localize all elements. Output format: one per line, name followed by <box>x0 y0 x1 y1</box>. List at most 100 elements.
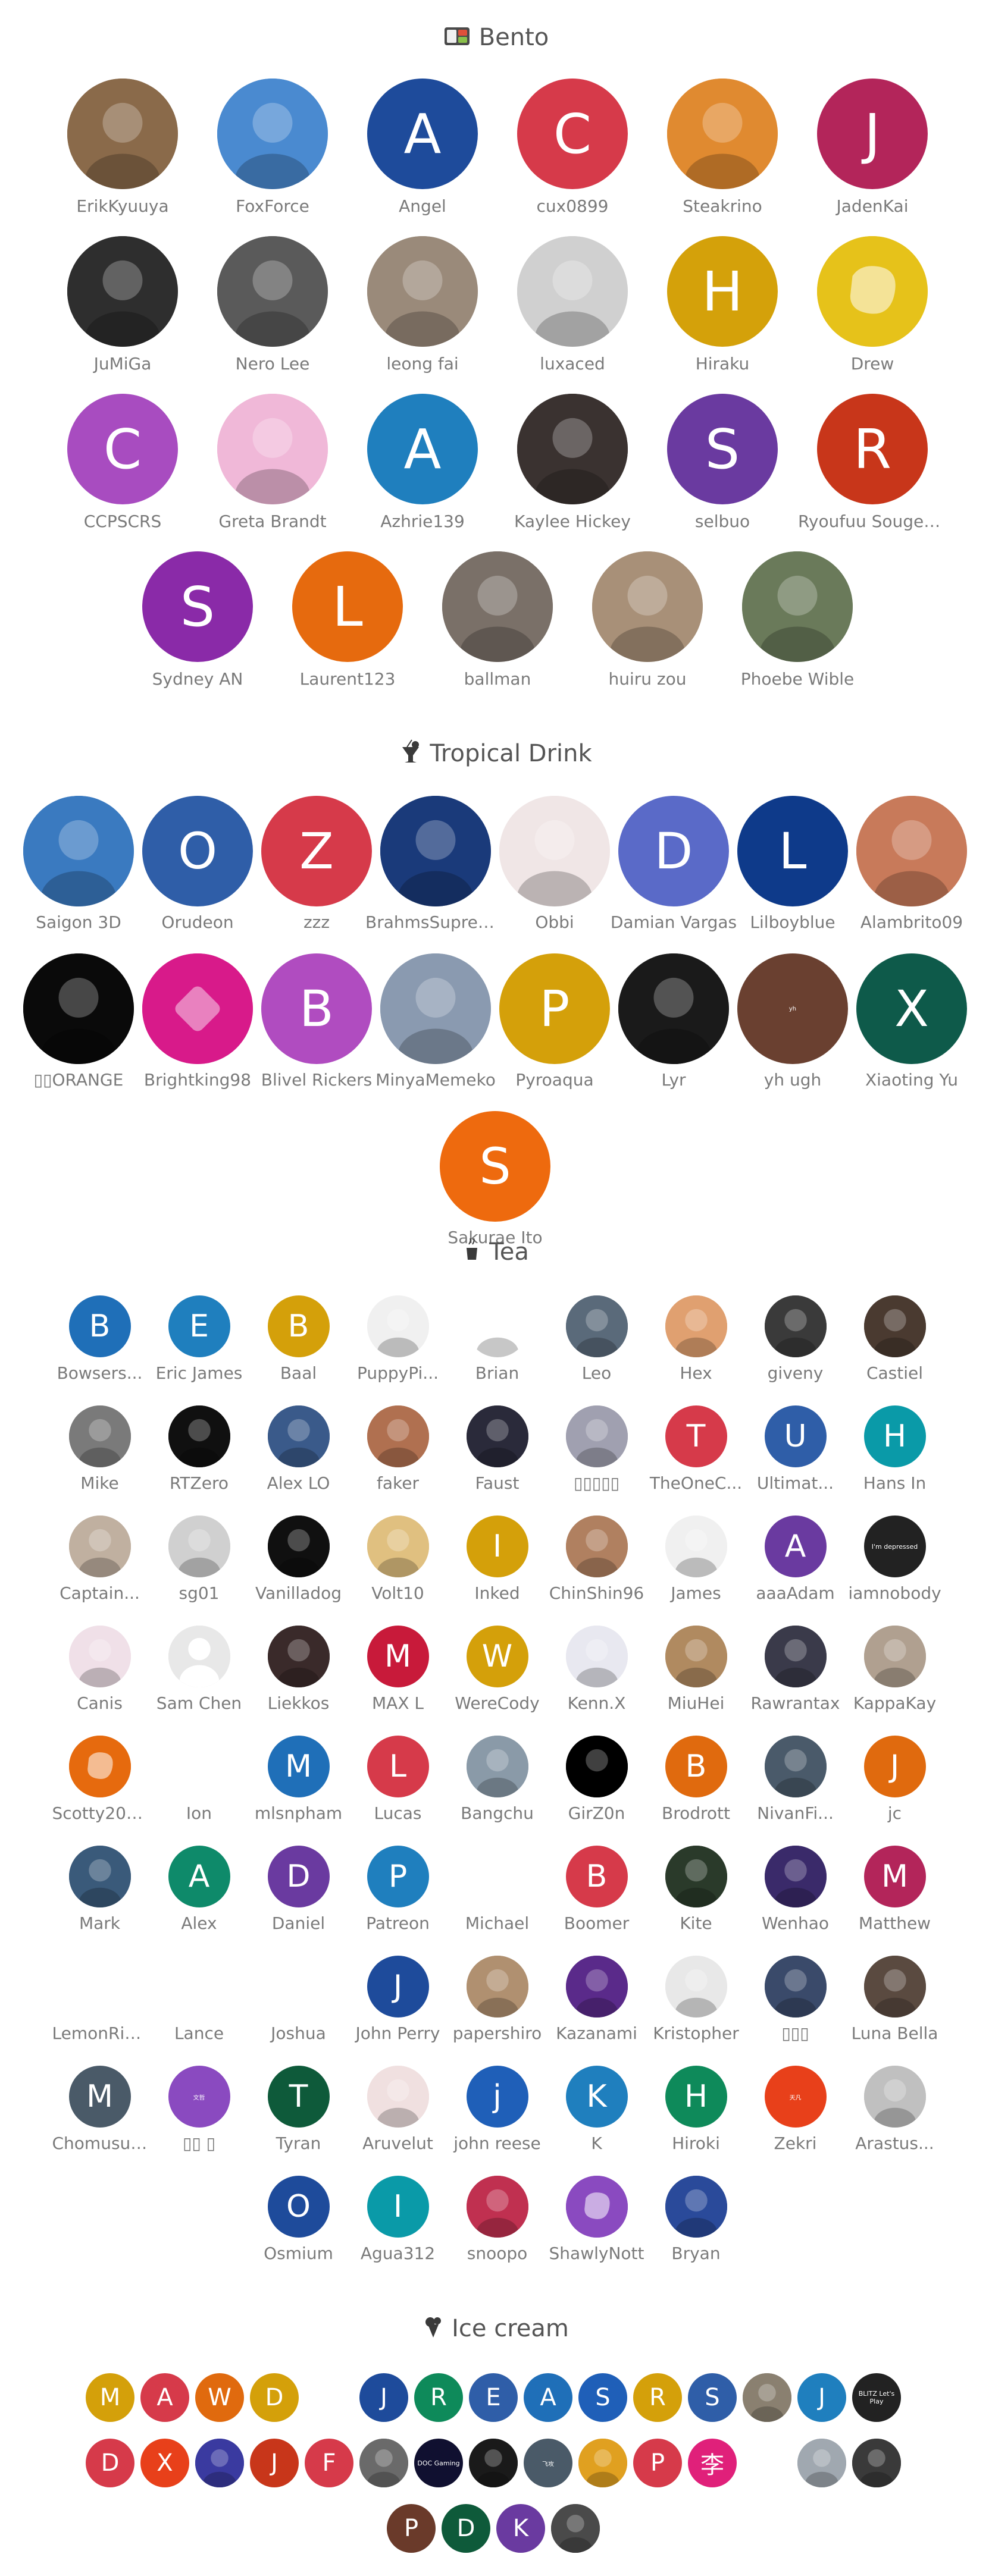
supporter-boomer[interactable]: B Boomer <box>549 1846 644 1933</box>
avatar-letter[interactable]: J <box>863 1736 926 1797</box>
avatar-photo[interactable] <box>23 953 134 1064</box>
avatar-empty[interactable] <box>168 1956 230 2017</box>
avatar-letter[interactable]: T <box>665 1405 727 1467</box>
avatar-photo[interactable] <box>267 1626 330 1687</box>
avatar-letter[interactable]: M <box>86 2373 134 2422</box>
avatar-letter[interactable]: I <box>466 1516 528 1577</box>
avatar-letter[interactable]: D <box>250 2373 299 2422</box>
avatar-letter[interactable]: A <box>140 2373 189 2422</box>
supporter-jadenkai[interactable]: J JadenKai <box>798 79 947 216</box>
avatar-letter[interactable]: A <box>367 79 478 189</box>
avatar-letter[interactable]: B <box>565 1846 628 1907</box>
supporter-anon[interactable]: 文哲 ▯▯ ▯ <box>152 2066 247 2153</box>
avatar-photo[interactable] <box>367 1405 429 1467</box>
avatar-letter[interactable]: P <box>499 953 610 1064</box>
supporter-hans-in[interactable]: H Hans In <box>847 1405 943 1493</box>
supporter-faker[interactable]: faker <box>351 1405 446 1493</box>
supporter-azhrie139[interactable]: A Azhrie139 <box>348 394 497 531</box>
supporter-iamnobody[interactable]: I'm depressed iamnobody <box>847 1516 943 1603</box>
supporter-xiaoting-yu[interactable]: X Xiaoting Yu <box>841 953 982 1090</box>
avatar-photo[interactable] <box>469 2439 518 2487</box>
avatar-letter[interactable]: L <box>737 796 848 906</box>
supporter-osmium[interactable]: O Osmium <box>251 2176 346 2263</box>
avatar-letter[interactable]: C <box>517 79 628 189</box>
avatar-photo[interactable] <box>665 1295 727 1357</box>
avatar-empty[interactable] <box>69 1956 131 2017</box>
supporter-faust[interactable]: Faust <box>450 1405 545 1493</box>
supporter-foxforce[interactable]: FoxForce <box>198 79 347 216</box>
avatar-letter[interactable]: H <box>665 2066 727 2128</box>
avatar-letter[interactable]: A <box>764 1516 827 1577</box>
supporter-ccpscrs[interactable]: C CCPSCRS <box>48 394 197 531</box>
avatar-photo[interactable] <box>551 2504 600 2553</box>
supporter-bowsers[interactable]: B Bowsers... <box>52 1295 148 1383</box>
avatar-letter[interactable]: M <box>267 1736 330 1797</box>
avatar-photo[interactable] <box>67 79 178 189</box>
avatar-photo[interactable] <box>359 2439 408 2487</box>
avatar-letter[interactable]: O <box>267 2176 330 2238</box>
avatar-letter[interactable]: A <box>168 1846 230 1907</box>
supporter-alex[interactable]: A Alex <box>152 1846 247 1933</box>
avatar-photo[interactable] <box>442 551 553 662</box>
supporter-ballman[interactable]: ballman <box>423 551 572 689</box>
avatar-photo[interactable] <box>743 2373 791 2422</box>
supporter-jumiga[interactable]: JuMiGa <box>48 236 197 374</box>
avatar-photo[interactable] <box>565 1516 628 1577</box>
supporter-werecody[interactable]: W WereCody <box>450 1626 545 1713</box>
avatar-letter[interactable]: I <box>367 2176 429 2238</box>
supporter-nero-lee[interactable]: Nero Lee <box>198 236 347 374</box>
supporter-alambrito09[interactable]: Alambrito09 <box>841 796 982 932</box>
avatar-letter[interactable]: R <box>633 2373 682 2422</box>
avatar-photo[interactable] <box>217 236 328 347</box>
avatar-photo[interactable] <box>764 1736 827 1797</box>
avatar-empty[interactable] <box>168 1736 230 1797</box>
avatar-photo[interactable] <box>499 796 610 906</box>
avatar-photo[interactable] <box>618 953 729 1064</box>
supporter-agua312[interactable]: I Agua312 <box>351 2176 446 2263</box>
supporter-rawrantax[interactable]: Rawrantax <box>748 1626 843 1713</box>
avatar-photo[interactable] <box>68 1405 131 1467</box>
supporter-lucas[interactable]: L Lucas <box>351 1736 446 1823</box>
avatar-letter[interactable]: R <box>817 394 928 504</box>
avatar-photo[interactable] <box>168 1516 230 1577</box>
supporter-kristopher[interactable]: Kristopher <box>649 1956 744 2043</box>
supporter-huiru-zou[interactable]: huiru zou <box>573 551 722 689</box>
supporter-steakrino[interactable]: Steakrino <box>648 79 797 216</box>
supporter-miuhei[interactable]: MiuHei <box>649 1626 744 1713</box>
avatar-letter[interactable]: E <box>469 2373 518 2422</box>
supporter-sakurae-ito[interactable]: S Sakurae Ito <box>425 1111 565 1247</box>
supporter-canis[interactable]: Canis <box>52 1626 148 1713</box>
supporter-leo[interactable]: Leo <box>549 1295 644 1383</box>
avatar-placeholder[interactable] <box>168 1626 230 1687</box>
avatar-blob[interactable] <box>68 1736 131 1797</box>
avatar-photo[interactable] <box>517 394 628 504</box>
supporter-matthew[interactable]: M Matthew <box>847 1846 943 1933</box>
avatar-photo[interactable] <box>466 1956 528 2017</box>
avatar-letter[interactable]: 天凡 <box>764 2066 827 2128</box>
avatar-photo[interactable] <box>466 1736 528 1797</box>
avatar-letter[interactable]: M <box>68 2066 131 2128</box>
avatar-letter[interactable]: J <box>817 79 928 189</box>
supporter-brodrott[interactable]: B Brodrott <box>649 1736 744 1823</box>
supporter-jc[interactable]: Jjc <box>847 1736 943 1823</box>
avatar-letter[interactable]: S <box>142 551 253 662</box>
avatar-letter[interactable]: L <box>292 551 403 662</box>
avatar-photo[interactable] <box>797 2439 846 2487</box>
supporter-kazanami[interactable]: Kazanami <box>549 1956 644 2043</box>
supporter-sg01[interactable]: sg01 <box>152 1516 247 1603</box>
avatar-letter[interactable]: U <box>764 1405 827 1467</box>
supporter-alex-lo[interactable]: Alex LO <box>251 1405 346 1493</box>
avatar-photo[interactable] <box>367 2066 429 2128</box>
avatar-letter[interactable]: S <box>440 1111 550 1222</box>
avatar-letter[interactable]: P <box>633 2439 682 2487</box>
supporter-john-perry[interactable]: J John Perry <box>351 1956 446 2043</box>
avatar-letter[interactable]: B <box>261 953 372 1064</box>
avatar-photo[interactable] <box>195 2439 244 2487</box>
avatar-letter[interactable]: D <box>86 2439 134 2487</box>
avatar-letter[interactable]: W <box>195 2373 244 2422</box>
supporter-patreon[interactable]: P Patreon <box>351 1846 446 1933</box>
avatar-letter[interactable]: P <box>367 1846 429 1907</box>
supporter-lemonrider[interactable]: LemonRider <box>52 1956 148 2043</box>
supporter-snoopo[interactable]: snoopo <box>450 2176 545 2263</box>
avatar-photo[interactable] <box>367 1516 429 1577</box>
